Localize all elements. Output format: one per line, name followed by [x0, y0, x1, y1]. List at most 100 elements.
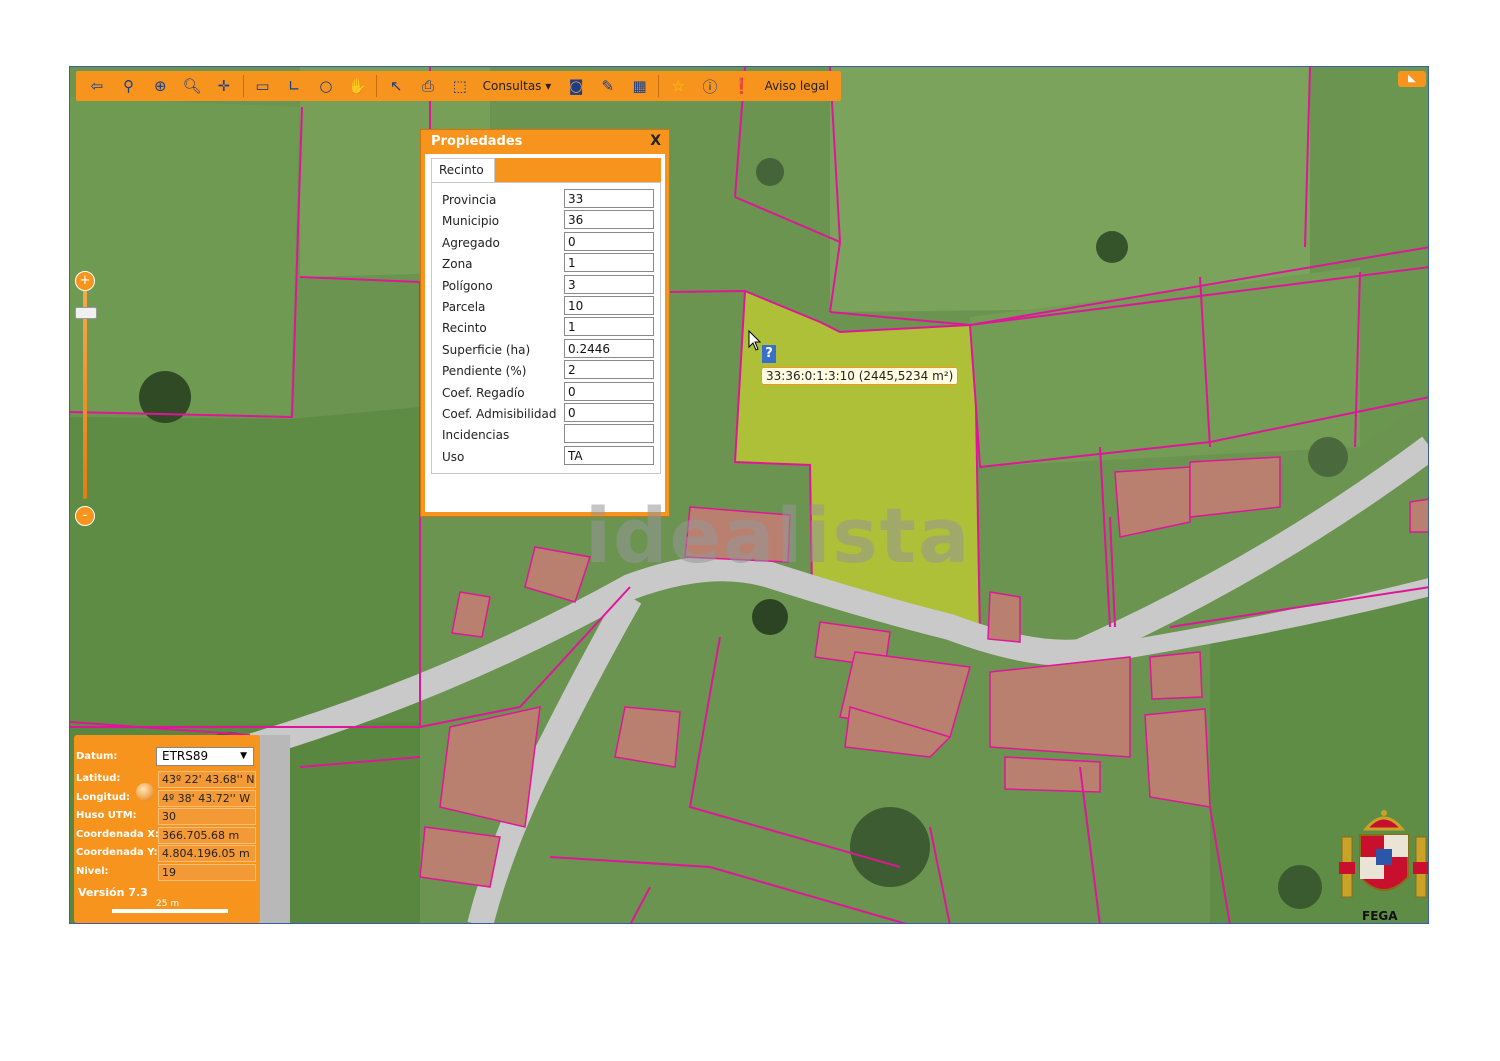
coordinate-row: Longitud: 4º 38' 43.72'' W — [76, 789, 258, 807]
ruler-icon[interactable]: ▭ — [250, 74, 276, 98]
circle-icon[interactable]: ○ — [313, 74, 339, 98]
zoom-thumb[interactable] — [75, 307, 97, 319]
panel-title: Propiedades — [431, 134, 523, 149]
field-row: Uso TA — [442, 445, 657, 467]
zoom-icon[interactable]: 🔍︎ — [179, 74, 205, 98]
field-label: Uso — [442, 449, 465, 464]
field-row: Incidencias — [442, 424, 657, 445]
toolbar-separator — [242, 75, 244, 97]
zoom-slider[interactable]: + - — [74, 271, 97, 526]
fega-logo: FEGA — [1336, 807, 1428, 923]
toolbar: ⇦ ⚲ ⊕ 🔍︎ ✛ ▭ ∟ ○ ✋ ↖ ⎙ ⬚ Consultas ▾ ◙ ✎… — [76, 71, 841, 101]
info-window-icon[interactable]: ◙ — [563, 74, 589, 98]
help-icon[interactable]: ⓘ — [697, 74, 723, 98]
field-label: Zona — [442, 257, 473, 272]
coordinates-icon[interactable]: ↖ — [383, 74, 409, 98]
version-label: Versión 7.3 — [78, 886, 148, 899]
parcel-tooltip: 33:36:0:1:3:10 (2445,5234 m²) — [761, 367, 959, 385]
field-label: Recinto — [442, 321, 487, 336]
coordinate-row: Huso UTM: 30 — [76, 808, 258, 825]
coordinate-value: 19 — [158, 863, 256, 881]
toolbar-separator — [376, 75, 378, 97]
field-value[interactable]: 0.2446 — [564, 338, 654, 358]
map-viewport[interactable]: ⇦ ⚲ ⊕ 🔍︎ ✛ ▭ ∟ ○ ✋ ↖ ⎙ ⬚ Consultas ▾ ◙ ✎… — [69, 66, 1429, 924]
field-value[interactable]: 3 — [564, 274, 654, 294]
field-value[interactable]: 0 — [564, 231, 654, 251]
close-button[interactable]: X — [650, 133, 661, 149]
field-value[interactable]: 0 — [564, 403, 654, 422]
field-label: Coef. Regadío — [442, 385, 525, 400]
field-label: Coef. Admisibilidad — [442, 407, 557, 421]
back-icon[interactable]: ⇦ — [84, 74, 110, 98]
field-label: Superficie (ha) — [442, 342, 531, 357]
field-value[interactable]: 10 — [564, 296, 654, 315]
coordinate-label: Coordenada X: — [76, 828, 159, 840]
field-label: Polígono — [442, 278, 493, 293]
field-label: Pendiente (%) — [442, 364, 527, 379]
coordinate-label: Longitud: — [76, 791, 131, 803]
coordinate-value: 43º 22' 43.68'' N — [158, 771, 256, 788]
zoom-track[interactable] — [83, 289, 87, 499]
scale-bar — [112, 909, 228, 913]
coordinates-panel: Datum: ETRS89 ▼ Latitud: 43º 22' 43.68'' … — [74, 735, 260, 923]
field-value[interactable]: 1 — [564, 317, 654, 337]
consultas-menu[interactable]: Consultas ▾ — [483, 79, 552, 93]
field-label: Municipio — [442, 214, 500, 229]
panel-body: Recinto Provincia 33 Municipio 36 Agregado 0 Z… — [425, 154, 665, 512]
field-row: Agregado 0 — [442, 231, 657, 253]
coordinate-label: Huso UTM: — [76, 810, 137, 821]
zoom-box-icon[interactable]: ⊕ — [147, 74, 173, 98]
datum-label: Datum: — [76, 751, 118, 762]
field-value[interactable]: 2 — [564, 360, 654, 380]
scale-label: 25 m — [156, 899, 180, 909]
coordinate-row: Coordenada Y: 4.804.196.05 m — [76, 845, 258, 862]
help-question-icon: ? — [762, 345, 776, 363]
field-value[interactable]: 36 — [564, 210, 654, 230]
edit-icon[interactable]: ✎ — [595, 74, 621, 98]
print-icon[interactable]: ⎙ — [415, 74, 441, 98]
coordinate-row: Latitud: 43º 22' 43.68'' N — [76, 771, 258, 788]
aviso-legal-link[interactable]: Aviso legal — [765, 79, 829, 93]
field-value[interactable]: TA — [564, 445, 654, 465]
field-row: Municipio 36 — [442, 210, 657, 231]
coordinate-label: Nivel: — [76, 865, 109, 877]
star-icon[interactable]: ☆ — [665, 74, 691, 98]
tab-strip: Recinto — [431, 158, 661, 182]
field-value[interactable]: 33 — [564, 189, 654, 208]
collapse-button[interactable]: ◣ — [1398, 71, 1426, 87]
identify-icon[interactable]: ⬚ — [447, 74, 473, 98]
crosshair-icon[interactable]: ✛ — [211, 74, 237, 98]
fields-table: Provincia 33 Municipio 36 Agregado 0 Zona 1 Polí… — [431, 182, 661, 474]
field-row: Parcela 10 — [442, 296, 657, 317]
field-label: Provincia — [442, 193, 497, 207]
field-label: Parcela — [442, 300, 486, 314]
watermark: idealista — [585, 491, 972, 580]
warning-icon[interactable]: ❗ — [729, 74, 755, 98]
zoom-in-button[interactable]: + — [75, 271, 95, 291]
field-row: Coef. Admisibilidad 0 — [442, 403, 657, 424]
field-row: Coef. Regadío 0 — [442, 381, 657, 403]
tab-recinto[interactable]: Recinto — [431, 158, 495, 182]
field-label: Agregado — [442, 235, 500, 250]
coordinate-value: 30 — [158, 808, 256, 825]
coordinate-value: 4.804.196.05 m — [158, 845, 256, 862]
datum-value: ETRS89 — [162, 749, 209, 763]
datum-select[interactable]: ETRS89 ▼ — [156, 747, 254, 766]
coordinate-value: 4º 38' 43.72'' W — [158, 789, 256, 807]
zoom-out-button[interactable]: - — [75, 506, 95, 526]
field-label: Incidencias — [442, 428, 510, 443]
toolbar-separator — [658, 75, 660, 97]
map-layers-icon[interactable]: ▦ — [627, 74, 653, 98]
mouse-cursor-icon — [748, 330, 762, 351]
pan-hand-icon[interactable]: ✋ — [345, 74, 371, 98]
field-value[interactable]: 0 — [564, 381, 654, 401]
coordinate-row: Nivel: 19 — [76, 863, 258, 881]
binoculars-icon[interactable]: ⚲ — [116, 74, 142, 98]
field-row: Recinto 1 — [442, 317, 657, 338]
angle-icon[interactable]: ∟ — [281, 74, 307, 98]
field-value[interactable]: 1 — [564, 253, 654, 273]
globe-icon[interactable] — [136, 783, 154, 801]
coordinate-value: 366.705.68 m — [158, 826, 256, 844]
field-row: Polígono 3 — [442, 274, 657, 296]
field-value[interactable] — [564, 424, 654, 444]
